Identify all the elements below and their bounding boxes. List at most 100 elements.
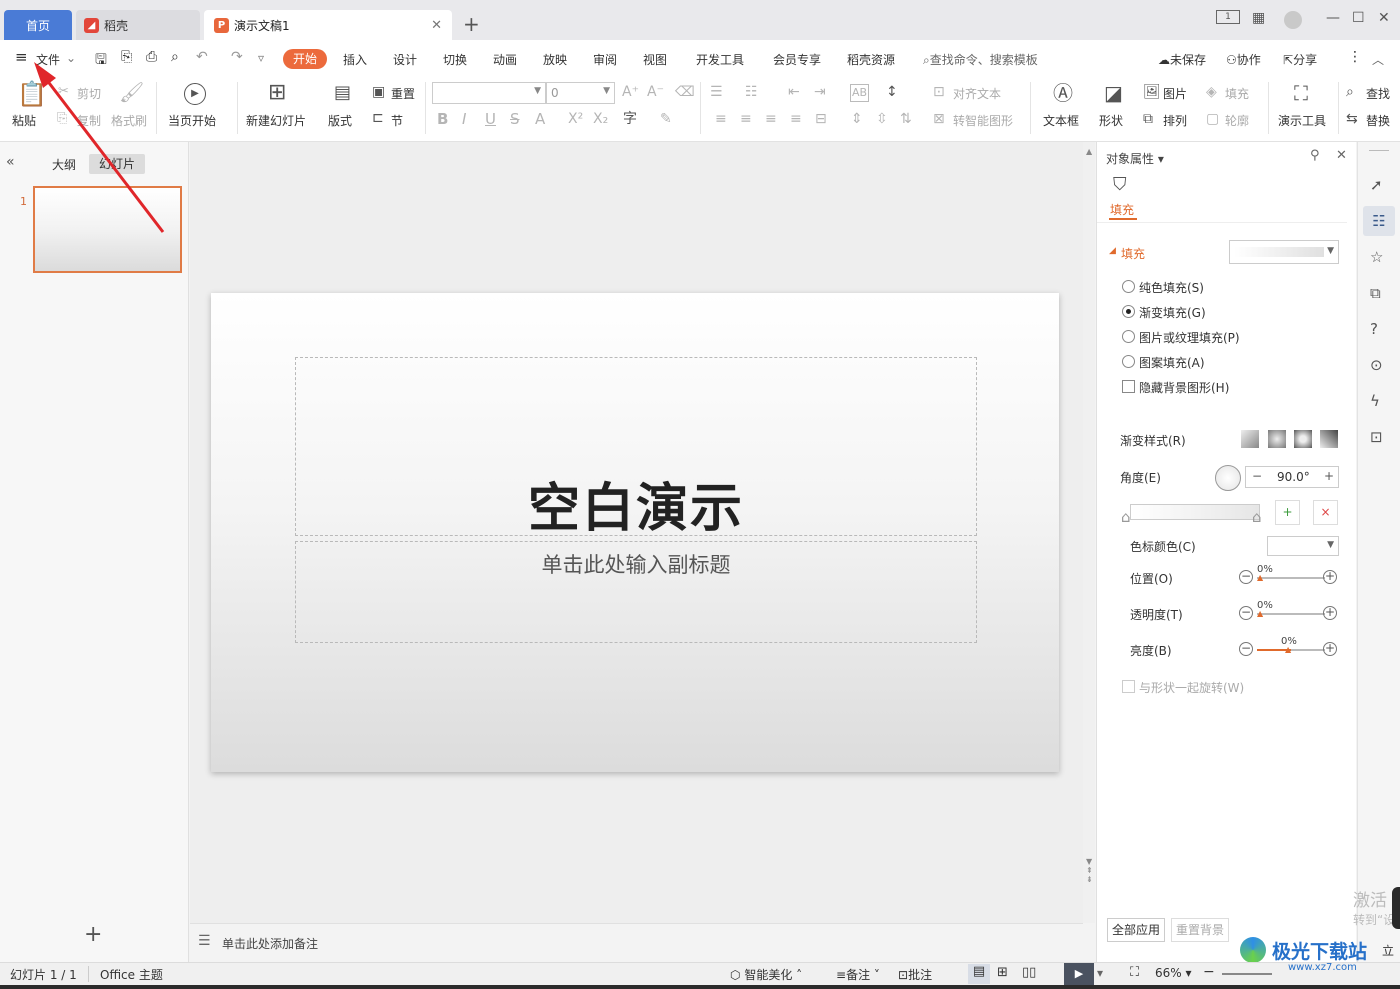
vertical-scrollbar[interactable]: ▲ ▼ ⇞ ⇟ [1083, 142, 1095, 923]
smart-shape-icon[interactable]: ⊠ [933, 111, 945, 127]
position-slider[interactable] [1257, 577, 1325, 579]
increment-icon[interactable]: + [1324, 469, 1334, 483]
italic-icon[interactable]: I [462, 111, 466, 127]
align-right-icon[interactable]: ≡ [765, 111, 777, 127]
tab-start[interactable]: 开始 [283, 49, 327, 69]
align-left-icon[interactable]: ≡ [715, 111, 727, 127]
angle-value[interactable]: 90.0° [1277, 470, 1310, 484]
reset-icon[interactable]: ▣ [372, 84, 385, 100]
search-command[interactable]: ⌕查找命令、搜索模板 [923, 51, 1038, 68]
slide-subtitle[interactable]: 单击此处输入副标题 [296, 549, 976, 579]
quick-access-more-icon[interactable]: ▿ [258, 51, 264, 65]
play-icon[interactable]: ▶ [184, 83, 206, 105]
reading-view-icon[interactable]: ▯▯ [1022, 965, 1036, 980]
print-icon[interactable]: ⎙ [146, 49, 157, 65]
gradient-preset-select[interactable]: ▼ [1229, 240, 1339, 264]
properties-icon[interactable]: ☷ [1363, 206, 1395, 236]
decrease-indent-icon[interactable]: ⇤ [788, 84, 800, 100]
solid-fill-radio[interactable] [1122, 280, 1135, 293]
font-size-select[interactable]: 0 ▼ [546, 82, 615, 104]
title-placeholder[interactable]: 空白演示 [295, 357, 977, 539]
solid-fill-label[interactable]: 纯色填充(S) [1139, 279, 1204, 296]
outline-icon[interactable]: ▢ [1206, 111, 1219, 127]
phonetic-icon[interactable]: 字 [623, 111, 637, 127]
play-from-current-button[interactable]: 当页开始 [168, 112, 216, 129]
bold-icon[interactable]: B [437, 111, 448, 127]
underline-icon[interactable]: U [485, 111, 496, 127]
reading-icon[interactable]: ⊡ [1370, 428, 1383, 446]
collapse-ribbon-icon[interactable]: ︿ [1372, 51, 1384, 68]
tab-view[interactable]: 视图 [643, 51, 667, 68]
arrange-icon[interactable]: ⧉ [1143, 111, 1153, 127]
paragraph-spacing-icon[interactable]: ⇳ [876, 111, 888, 127]
find-icon[interactable]: ⌕ [1346, 84, 1354, 100]
lightning-icon[interactable]: ϟ [1370, 392, 1380, 410]
tab-slides[interactable]: 幻灯片 [89, 154, 145, 174]
subscript-icon[interactable]: X₂ [593, 111, 608, 127]
picture-button[interactable]: 图片 [1163, 85, 1187, 102]
transparency-thumb[interactable]: ▲ [1257, 609, 1263, 618]
gradient-stop-left[interactable]: ⌂ [1121, 508, 1131, 526]
presentation-tools-icon[interactable]: ⛶ [1294, 83, 1308, 103]
shape-button[interactable]: 形状 [1099, 112, 1123, 129]
position-thumb[interactable]: ▲ [1257, 573, 1263, 582]
backup-icon[interactable]: ⊙ [1370, 356, 1383, 374]
picture-icon[interactable]: 🖼 [1143, 84, 1161, 100]
paste-button[interactable]: 粘贴 [12, 112, 36, 129]
gradient-stop-right[interactable]: ⌂ [1252, 508, 1262, 526]
decrease-font-icon[interactable]: A⁻ [647, 84, 664, 100]
new-slide-button[interactable]: 新建幻灯片 [246, 112, 306, 129]
comments-toggle[interactable]: ⊡批注 [898, 966, 932, 983]
pattern-fill-radio[interactable] [1122, 355, 1135, 368]
slideshow-options-icon[interactable]: ▾ [1097, 966, 1103, 980]
notes-toggle[interactable]: ≡备注 ˅ [836, 966, 880, 983]
cut-icon[interactable]: ✂ [58, 84, 69, 100]
tab-animation[interactable]: 动画 [493, 51, 517, 68]
textbox-button[interactable]: 文本框 [1043, 112, 1079, 129]
normal-view-icon[interactable]: ▤ [968, 964, 990, 984]
remove-stop-icon[interactable]: × [1313, 500, 1338, 525]
format-painter-button[interactable]: 格式刷 [111, 112, 147, 129]
align-text-button[interactable]: 对齐文本 [953, 85, 1001, 102]
more-icon[interactable]: ⋮ [1348, 49, 1362, 65]
fill-section-title[interactable]: 填充 [1121, 245, 1145, 262]
rotate-with-shape-checkbox[interactable] [1122, 680, 1135, 693]
outline-button[interactable]: 轮廓 [1225, 112, 1249, 129]
theme-name[interactable]: Office 主题 [100, 966, 163, 983]
close-pane-icon[interactable]: ✕ [1336, 148, 1347, 163]
line-spacing-icon[interactable]: ⇕ [851, 111, 863, 127]
rectangular-gradient-style[interactable] [1294, 430, 1312, 448]
hamburger-icon[interactable]: ≡ [15, 48, 28, 66]
align-center-icon[interactable]: ≡ [740, 111, 752, 127]
new-tab-button[interactable]: + [463, 12, 480, 36]
file-menu[interactable]: 文件 [36, 51, 60, 68]
find-button[interactable]: 查找 [1366, 85, 1390, 102]
tab-daoke[interactable]: ◢ 稻壳 [76, 10, 200, 40]
copy-button[interactable]: 复制 [77, 112, 101, 129]
fill-icon[interactable]: ◈ [1206, 84, 1217, 100]
tab-document[interactable]: P 演示文稿1 ✕ [204, 10, 452, 40]
fit-window-icon[interactable]: ⛶ [1130, 965, 1139, 980]
transparency-decrease-icon[interactable]: − [1239, 606, 1253, 620]
add-stop-icon[interactable]: + [1275, 500, 1300, 525]
position-increase-icon[interactable]: + [1323, 570, 1337, 584]
columns-icon[interactable]: ⇅ [900, 111, 912, 127]
tab-outline[interactable]: 大纲 [52, 156, 76, 173]
slide-thumbnail[interactable] [33, 186, 182, 273]
hide-bg-checkbox[interactable] [1122, 380, 1135, 393]
clear-format-icon[interactable]: ⌫ [675, 84, 695, 100]
transform-icon[interactable]: ⧉ [1370, 284, 1381, 302]
notes-bar[interactable]: ☰ 单击此处添加备注 [190, 923, 1083, 962]
avatar[interactable] [1284, 11, 1302, 29]
add-slide-button[interactable]: + [84, 922, 102, 947]
angle-stepper[interactable]: − 90.0° + [1245, 466, 1339, 488]
beautify-button[interactable]: ⬡ 智能美化 ˄ [730, 966, 802, 983]
tab-transition[interactable]: 切换 [443, 51, 467, 68]
cut-button[interactable]: 剪切 [77, 85, 101, 102]
expand-icon[interactable]: ◢ [1109, 246, 1116, 256]
tab-review[interactable]: 审阅 [593, 51, 617, 68]
zoom-out-icon[interactable]: − [1203, 964, 1215, 980]
print-preview-icon[interactable]: ⌕ [171, 49, 179, 65]
rotate-with-shape-label[interactable]: 与形状一起旋转(W) [1139, 679, 1244, 696]
smart-shape-button[interactable]: 转智能图形 [953, 112, 1013, 129]
